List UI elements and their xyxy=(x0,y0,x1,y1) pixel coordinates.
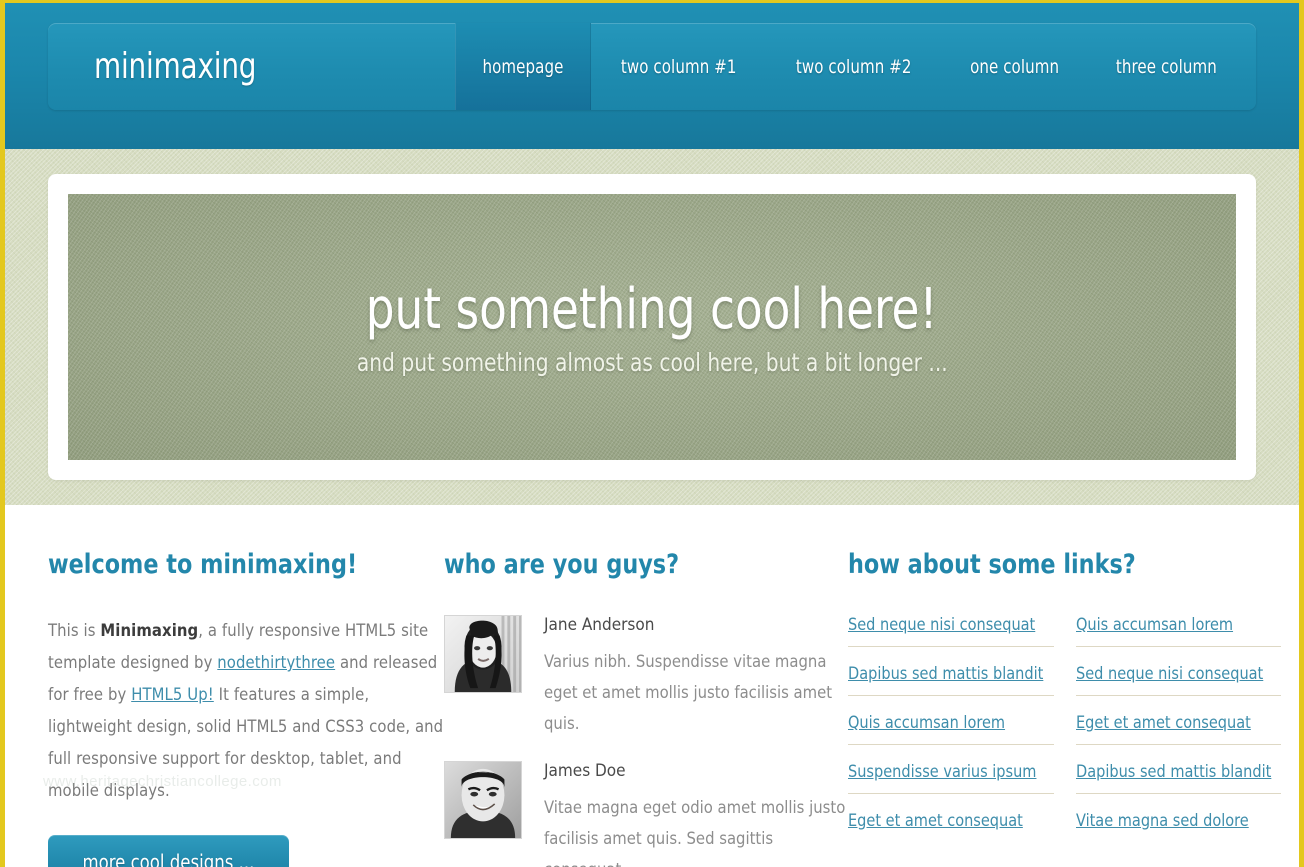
site-logo-text: minimaxing xyxy=(94,46,257,87)
list-item: Dapibus sed mattis blandit xyxy=(848,664,1054,696)
more-cool-designs-button-label: more cool designs ... xyxy=(82,850,255,867)
person-description: Vitae magna eget odio amet mollis justo … xyxy=(544,798,846,867)
list-item: Sed neque nisi consequat xyxy=(1075,664,1282,696)
list-item: Eget et amet consequat xyxy=(1075,713,1282,745)
more-cool-designs-button[interactable]: more cool designs ... xyxy=(48,835,289,867)
person-name: Jane Anderson xyxy=(544,615,655,635)
main-navigation: homepage two column #1 two column #2 one… xyxy=(455,23,1256,110)
link-item[interactable]: Suspendisse varius ipsum xyxy=(848,762,1036,782)
link-item[interactable]: Vitae magna sed dolore xyxy=(1076,811,1249,831)
person-name: James Doe xyxy=(544,761,626,781)
site-header: minimaxing homepage two column #1 two co… xyxy=(5,3,1299,149)
welcome-text-part-1: This is xyxy=(48,621,101,640)
list-item: Vitae magna sed dolore xyxy=(1076,811,1282,842)
links-column: how about some links? Sed neque nisi con… xyxy=(848,549,1282,867)
link-item[interactable]: Sed neque nisi consequat xyxy=(1076,664,1263,684)
link-item[interactable]: Quis accumsan lorem xyxy=(1076,615,1233,635)
links-right-column: Quis accumsan lorem Sed neque nisi conse… xyxy=(1075,615,1282,859)
nav-item-label: homepage xyxy=(482,55,564,78)
links-title: how about some links? xyxy=(848,549,1136,580)
banner-title: put something cool here! xyxy=(366,277,938,342)
avatar xyxy=(444,761,522,839)
avatar xyxy=(444,615,522,693)
banner-image: put something cool here! and put somethi… xyxy=(68,194,1236,460)
list-item: Quis accumsan lorem xyxy=(848,713,1054,745)
welcome-column: welcome to minimaxing! This is Minimaxin… xyxy=(48,549,444,867)
person-description: Varius nibh. Suspendisse vitae magna ege… xyxy=(544,652,833,733)
link-nodethirtythree[interactable]: nodethirtythree xyxy=(217,653,335,672)
list-item: Dapibus sed mattis blandit xyxy=(1075,762,1282,794)
nav-item-two-column-1[interactable]: two column #1 xyxy=(591,23,766,110)
welcome-paragraph: This is Minimaxing, a fully responsive H… xyxy=(48,615,444,807)
person-body: Jane Anderson Varius nibh. Suspendisse v… xyxy=(544,615,848,739)
woman-portrait-icon xyxy=(445,616,521,692)
man-portrait-icon xyxy=(445,762,521,838)
person-body: James Doe Vitae magna eget odio amet mol… xyxy=(544,761,848,867)
person-card: James Doe Vitae magna eget odio amet mol… xyxy=(444,761,848,867)
banner-section: put something cool here! and put somethi… xyxy=(5,149,1299,505)
link-html5up[interactable]: HTML5 Up! xyxy=(131,685,214,704)
link-item[interactable]: Quis accumsan lorem xyxy=(848,713,1005,733)
banner-subtitle: and put something almost as cool here, b… xyxy=(356,348,948,377)
nav-item-label: two column #2 xyxy=(796,55,912,78)
nav-item-three-column[interactable]: three column xyxy=(1087,23,1246,110)
welcome-title: welcome to minimaxing! xyxy=(48,549,358,580)
links-grid: Sed neque nisi consequat Dapibus sed mat… xyxy=(848,615,1282,859)
nav-item-label: one column xyxy=(969,55,1059,78)
nav-item-homepage[interactable]: homepage xyxy=(455,23,591,110)
nav-item-one-column[interactable]: one column xyxy=(942,23,1087,110)
link-item[interactable]: Eget et amet consequat xyxy=(1076,713,1251,733)
people-title: who are you guys? xyxy=(444,549,680,580)
site-logo[interactable]: minimaxing xyxy=(48,23,455,110)
main-content: welcome to minimaxing! This is Minimaxin… xyxy=(5,505,1299,867)
person-card: Jane Anderson Varius nibh. Suspendisse v… xyxy=(444,615,848,739)
header-bar: minimaxing homepage two column #1 two co… xyxy=(48,23,1256,110)
link-item[interactable]: Eget et amet consequat xyxy=(848,811,1023,831)
links-left-column: Sed neque nisi consequat Dapibus sed mat… xyxy=(848,615,1054,859)
link-item[interactable]: Sed neque nisi consequat xyxy=(848,615,1035,635)
link-item[interactable]: Dapibus sed mattis blandit xyxy=(1076,762,1271,782)
link-item[interactable]: Dapibus sed mattis blandit xyxy=(848,664,1043,684)
list-item: Sed neque nisi consequat xyxy=(848,615,1054,647)
people-column: who are you guys? Jane Anderson Varius n… xyxy=(444,549,848,867)
list-item: Suspendisse varius ipsum xyxy=(848,762,1054,794)
nav-item-label: two column #1 xyxy=(620,55,737,78)
nav-item-two-column-2[interactable]: two column #2 xyxy=(766,23,941,110)
welcome-bold-minimaxing: Minimaxing xyxy=(100,621,199,640)
banner-frame: put something cool here! and put somethi… xyxy=(48,174,1256,480)
list-item: Quis accumsan lorem xyxy=(1075,615,1282,647)
nav-item-label: three column xyxy=(1115,55,1217,78)
list-item: Eget et amet consequat xyxy=(848,811,1054,842)
